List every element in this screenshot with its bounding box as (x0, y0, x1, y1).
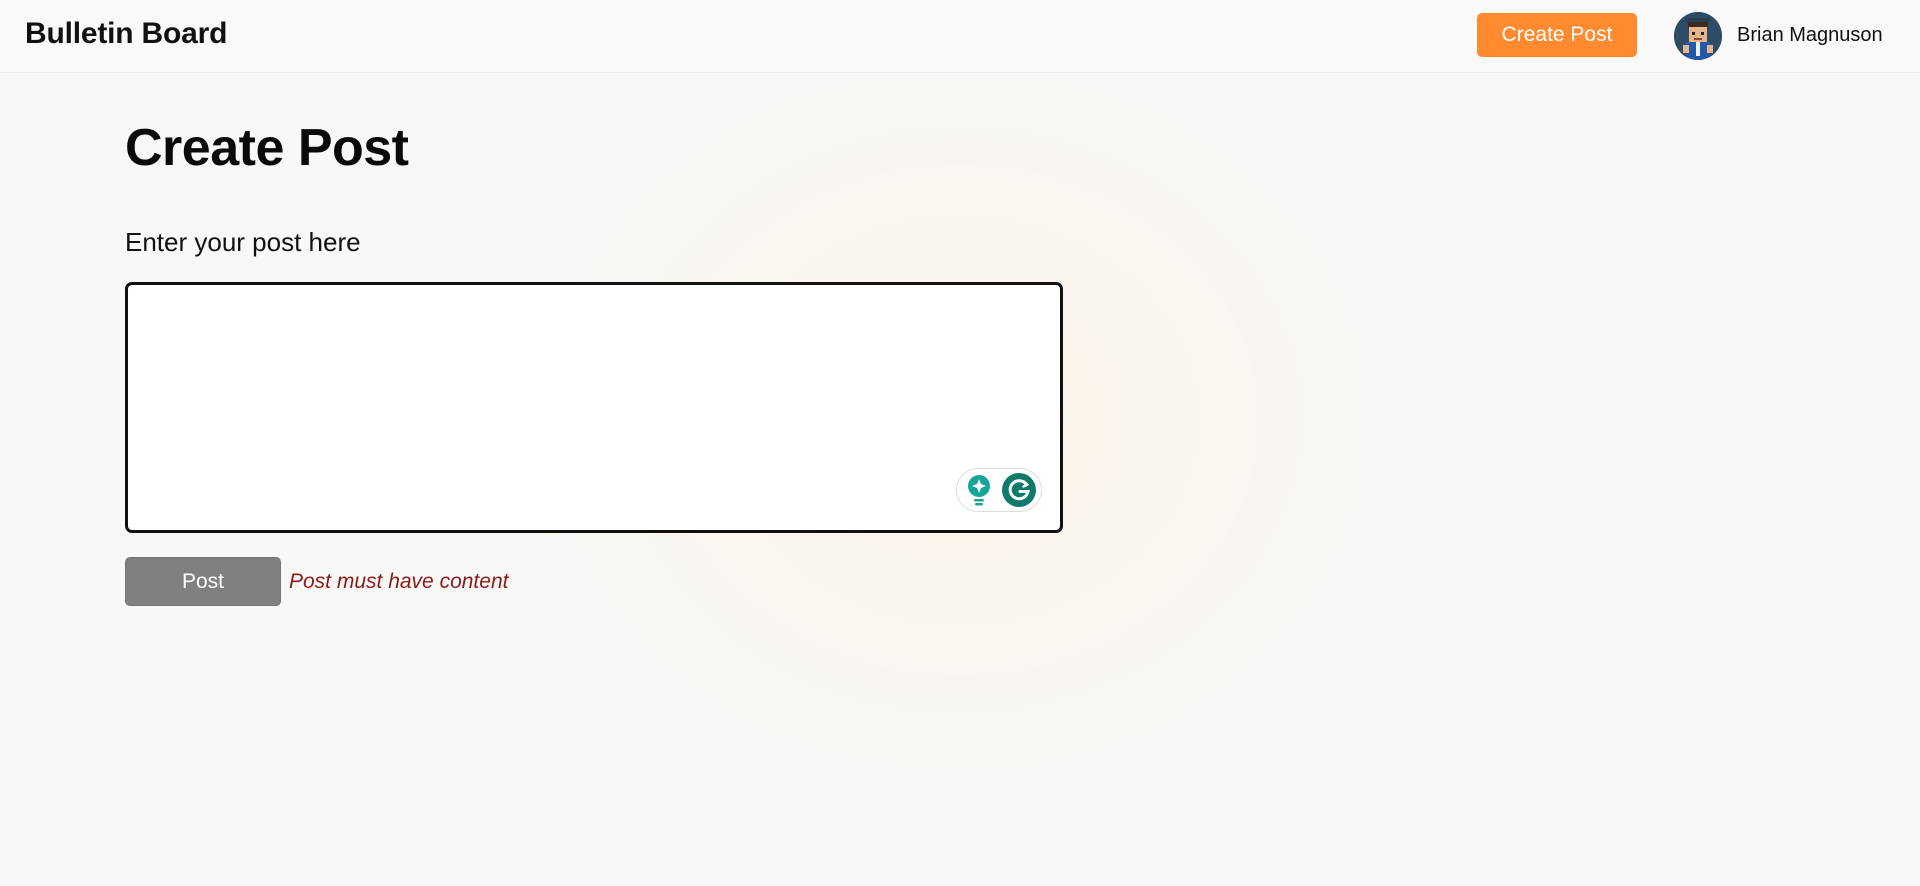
brand-title[interactable]: Bulletin Board (25, 17, 227, 51)
post-textarea[interactable] (128, 285, 1060, 530)
avatar[interactable] (1674, 12, 1722, 60)
avatar-image (1674, 12, 1722, 60)
top-navbar: Bulletin Board Create Post Brian Magnuso… (0, 0, 1920, 73)
grammarly-g-icon[interactable] (1001, 472, 1037, 508)
lightbulb-icon[interactable] (964, 473, 994, 507)
validation-error-message: Post must have content (289, 570, 509, 593)
user-name[interactable]: Brian Magnuson (1737, 24, 1883, 47)
grammar-assistant-widget[interactable] (956, 468, 1042, 512)
post-textarea-container (125, 282, 1063, 533)
create-post-nav-button[interactable]: Create Post (1477, 13, 1637, 57)
post-submit-button[interactable]: Post (125, 557, 281, 606)
page-title: Create Post (125, 119, 409, 177)
post-field-label: Enter your post here (125, 227, 361, 257)
